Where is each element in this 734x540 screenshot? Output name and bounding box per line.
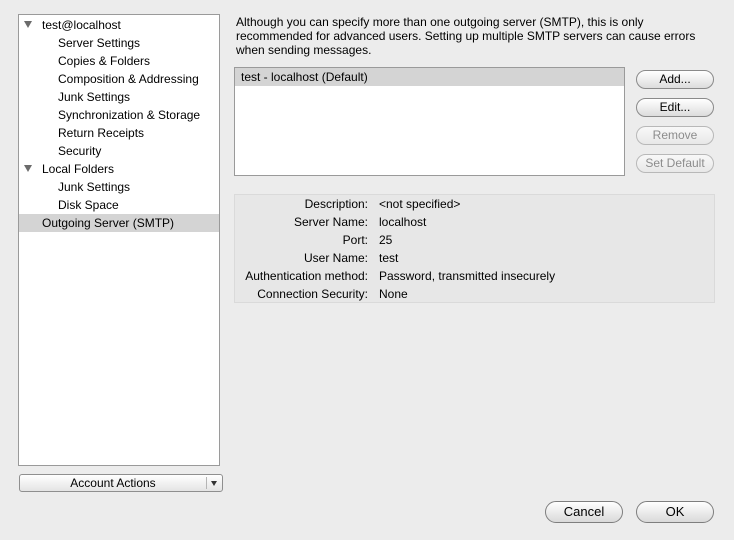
- detail-value: 25: [379, 233, 393, 247]
- tree-item-label: Security: [58, 144, 102, 158]
- detail-key: Port:: [342, 233, 368, 247]
- tree-item-return-receipts[interactable]: Return Receipts: [19, 124, 219, 142]
- detail-key: Authentication method:: [245, 269, 368, 283]
- account-actions-label: Account Actions: [70, 476, 156, 490]
- detail-value: localhost: [379, 215, 427, 229]
- tree-item-local-folders[interactable]: Local Folders: [19, 160, 219, 178]
- detail-value: None: [379, 287, 408, 301]
- set-default-button[interactable]: Set Default: [636, 154, 714, 173]
- tree-item-security[interactable]: Security: [19, 142, 219, 160]
- tree-item-junk-settings[interactable]: Junk Settings: [19, 88, 219, 106]
- tree-item-label: Copies & Folders: [58, 54, 151, 68]
- detail-key: Description:: [304, 197, 368, 211]
- detail-row-user-name: User Name: test: [235, 249, 714, 267]
- remove-server-button[interactable]: Remove: [636, 126, 714, 145]
- account-actions-menu-button[interactable]: Account Actions: [19, 474, 223, 492]
- cancel-button[interactable]: Cancel: [545, 501, 623, 523]
- detail-key: User Name:: [303, 251, 368, 265]
- disclosure-triangle-icon[interactable]: [24, 21, 32, 28]
- account-tree[interactable]: test@localhost Server Settings Copies & …: [18, 14, 220, 466]
- server-details-panel: Description: <not specified> Server Name…: [234, 194, 715, 303]
- detail-value: test: [379, 251, 399, 265]
- tree-item-label: Outgoing Server (SMTP): [42, 216, 175, 230]
- smtp-server-list[interactable]: test - localhost (Default): [234, 67, 625, 176]
- tree-item-label: Local Folders: [42, 162, 115, 176]
- tree-item-synchronization-storage[interactable]: Synchronization & Storage: [19, 106, 219, 124]
- tree-item-label: test@localhost: [42, 18, 121, 32]
- smtp-server-label: test - localhost (Default): [241, 70, 368, 84]
- detail-row-authentication-method: Authentication method: Password, transmi…: [235, 267, 714, 285]
- chevron-down-icon: [211, 481, 217, 486]
- detail-key: Server Name:: [293, 215, 368, 229]
- smtp-server-row[interactable]: test - localhost (Default): [235, 68, 624, 86]
- tree-item-outgoing-server[interactable]: Outgoing Server (SMTP): [19, 214, 219, 232]
- edit-server-button[interactable]: Edit...: [636, 98, 714, 117]
- tree-item-label: Synchronization & Storage: [58, 108, 201, 122]
- tree-item-label: Junk Settings: [58, 180, 131, 194]
- detail-row-port: Port: 25: [235, 231, 714, 249]
- tree-item-disk-space[interactable]: Disk Space: [19, 196, 219, 214]
- tree-item-label: Junk Settings: [58, 90, 131, 104]
- tree-item-label: Server Settings: [58, 36, 141, 50]
- tree-item-account-test-localhost[interactable]: test@localhost: [19, 16, 219, 34]
- detail-row-server-name: Server Name: localhost: [235, 213, 714, 231]
- smtp-intro-text: Although you can specify more than one o…: [236, 15, 696, 57]
- detail-key: Connection Security:: [257, 287, 368, 301]
- tree-item-label: Disk Space: [58, 198, 119, 212]
- tree-item-local-junk-settings[interactable]: Junk Settings: [19, 178, 219, 196]
- disclosure-triangle-icon[interactable]: [24, 165, 32, 172]
- tree-item-copies-folders[interactable]: Copies & Folders: [19, 52, 219, 70]
- ok-button[interactable]: OK: [636, 501, 714, 523]
- detail-row-connection-security: Connection Security: None: [235, 285, 714, 303]
- detail-value: <not specified>: [379, 197, 461, 211]
- detail-row-description: Description: <not specified>: [235, 195, 714, 213]
- tree-item-label: Composition & Addressing: [58, 72, 199, 86]
- add-server-button[interactable]: Add...: [636, 70, 714, 89]
- tree-item-server-settings[interactable]: Server Settings: [19, 34, 219, 52]
- tree-item-composition-addressing[interactable]: Composition & Addressing: [19, 70, 219, 88]
- divider: [206, 477, 207, 489]
- tree-item-label: Return Receipts: [58, 126, 145, 140]
- detail-value: Password, transmitted insecurely: [379, 269, 556, 283]
